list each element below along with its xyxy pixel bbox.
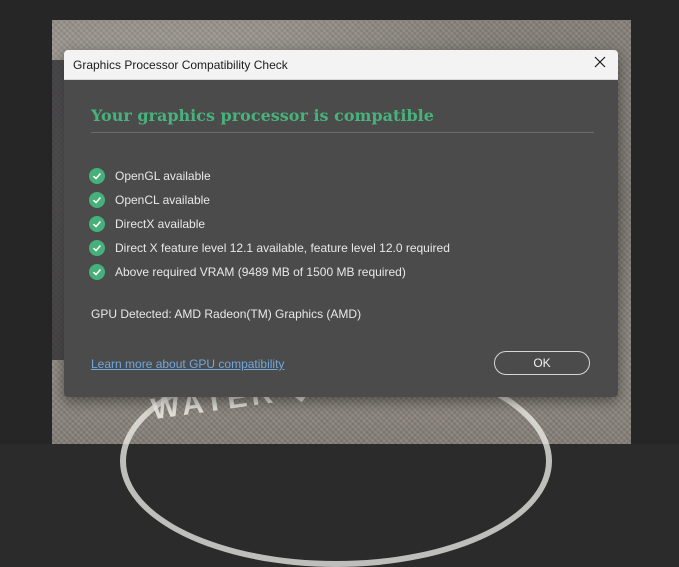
check-label: OpenCL available	[115, 193, 210, 207]
check-circle-icon	[89, 264, 105, 280]
close-icon	[594, 55, 606, 73]
check-circle-icon	[89, 192, 105, 208]
gpu-compatibility-dialog: Graphics Processor Compatibility Check Y…	[64, 50, 618, 397]
check-item-feature-level: Direct X feature level 12.1 available, f…	[89, 236, 450, 260]
compatibility-heading: Your graphics processor is compatible	[91, 106, 434, 125]
check-circle-icon	[89, 240, 105, 256]
check-label: DirectX available	[115, 217, 206, 231]
check-item-directx: DirectX available	[89, 212, 450, 236]
gpu-detected-text: GPU Detected: AMD Radeon(TM) Graphics (A…	[91, 307, 362, 321]
close-button[interactable]	[586, 52, 614, 76]
check-list: OpenGL available OpenCL available Direct…	[89, 164, 450, 284]
header-divider	[91, 132, 594, 133]
check-label: OpenGL available	[115, 169, 211, 183]
check-circle-icon	[89, 168, 105, 184]
check-item-opengl: OpenGL available	[89, 164, 450, 188]
dialog-titlebar: Graphics Processor Compatibility Check	[64, 50, 618, 80]
check-label: Above required VRAM (9489 MB of 1500 MB …	[115, 265, 406, 279]
learn-more-link[interactable]: Learn more about GPU compatibility	[91, 357, 284, 371]
ok-button[interactable]: OK	[494, 351, 590, 375]
check-item-vram: Above required VRAM (9489 MB of 1500 MB …	[89, 260, 450, 284]
check-circle-icon	[89, 216, 105, 232]
dialog-title: Graphics Processor Compatibility Check	[73, 58, 288, 72]
check-label: Direct X feature level 12.1 available, f…	[115, 241, 450, 255]
check-item-opencl: OpenCL available	[89, 188, 450, 212]
